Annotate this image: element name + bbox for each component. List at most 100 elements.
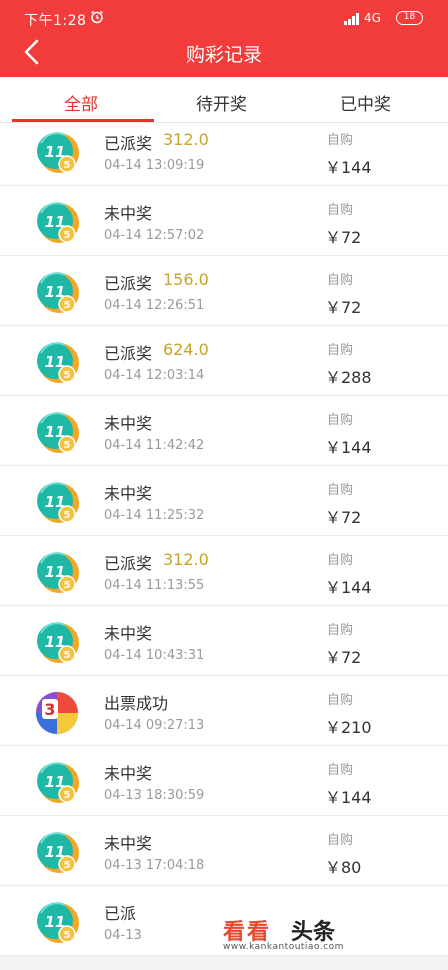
record-amount: ￥72 <box>325 648 362 667</box>
record-datetime: 04-14 12:57:02 <box>104 228 205 243</box>
eleven-five-lottery-icon: 11 5 <box>35 411 79 455</box>
page-title: 购彩记录 <box>185 44 262 66</box>
record-datetime: 04-14 13:09:19 <box>104 158 205 173</box>
svg-text:5: 5 <box>64 160 71 171</box>
record-datetime: 04-13 18:30:59 <box>104 788 205 803</box>
eleven-five-lottery-icon: 11 5 <box>35 341 79 385</box>
eleven-five-lottery-icon: 11 5 <box>35 271 79 315</box>
record-buy-type: 自购 <box>327 133 354 148</box>
record-row[interactable]: 11 5 未中奖 04-14 11:25:32 自购 ￥72 <box>0 466 448 536</box>
record-row[interactable]: 11 5 未中奖 04-13 18:30:59 自购 ￥144 <box>0 746 448 816</box>
record-amount: ￥288 <box>325 368 372 387</box>
record-buy-type: 自购 <box>327 763 354 778</box>
record-row[interactable]: 11 5 未中奖 04-13 17:04:18 自购 ￥80 <box>0 816 448 886</box>
record-amount: ￥144 <box>325 158 372 177</box>
record-buy-type: 自购 <box>327 833 354 848</box>
record-prize: 312.0 <box>163 130 209 149</box>
record-status: 未中奖 <box>104 484 153 503</box>
record-status: 未中奖 <box>104 624 153 643</box>
svg-text:5: 5 <box>64 230 71 241</box>
record-status: 未中奖 <box>104 414 153 433</box>
svg-text:5: 5 <box>64 370 71 381</box>
record-buy-type: 自购 <box>327 693 354 708</box>
svg-text:5: 5 <box>64 860 71 871</box>
record-prize: 624.0 <box>163 340 209 359</box>
app-header: 下午1:28 4G 18 购彩记录 <box>0 0 448 77</box>
record-amount: ￥72 <box>325 228 362 247</box>
record-row[interactable]: 11 5 已派奖 312.0 04-14 13:09:19 自购 ￥144 <box>0 123 448 186</box>
record-status: 未中奖 <box>104 764 153 783</box>
status-time: 下午1:28 <box>24 13 87 29</box>
record-amount: ￥144 <box>325 578 372 597</box>
record-status: 未中奖 <box>104 204 153 223</box>
svg-text:5: 5 <box>64 790 71 801</box>
record-status: 未中奖 <box>104 834 153 853</box>
alarm-icon <box>90 10 104 28</box>
svg-text:5: 5 <box>64 510 71 521</box>
svg-text:5: 5 <box>64 300 71 311</box>
svg-text:5: 5 <box>64 930 71 941</box>
record-buy-type: 自购 <box>327 413 354 428</box>
signal-icon <box>344 13 360 25</box>
tab-all[interactable]: 全部 <box>64 90 98 115</box>
eleven-five-lottery-icon: 11 5 <box>35 201 79 245</box>
record-status: 已派 <box>104 904 137 923</box>
eleven-five-lottery-icon: 11 5 <box>35 761 79 805</box>
record-datetime: 04-14 12:26:51 <box>104 298 205 313</box>
tab-won[interactable]: 已中奖 <box>340 90 391 115</box>
active-tab-indicator <box>12 119 154 122</box>
record-amount: ￥210 <box>325 718 372 737</box>
tab-bar: 全部 待开奖 已中奖 <box>0 77 448 123</box>
record-list[interactable]: 11 5 已派奖 312.0 04-14 13:09:19 自购 ￥144 11 5 未中奖 04-… <box>0 123 448 970</box>
record-row[interactable]: 11 5 已派奖 624.0 04-14 12:03:14 自购 ￥288 <box>0 326 448 396</box>
svg-text:5: 5 <box>64 440 71 451</box>
tab-pending[interactable]: 待开奖 <box>196 90 247 115</box>
svg-text:5: 5 <box>64 580 71 591</box>
three-d-lottery-icon: 3 <box>35 691 79 735</box>
svg-text:3: 3 <box>44 700 55 719</box>
record-row[interactable]: 11 5 未中奖 04-14 12:57:02 自购 ￥72 <box>0 186 448 256</box>
record-datetime: 04-13 <box>104 928 142 943</box>
eleven-five-lottery-icon: 11 5 <box>35 551 79 595</box>
record-status: 出票成功 <box>104 694 169 713</box>
eleven-five-lottery-icon: 11 5 <box>35 621 79 665</box>
record-row[interactable]: 11 5 已派奖 156.0 04-14 12:26:51 自购 ￥72 <box>0 256 448 326</box>
record-row[interactable]: 11 5 未中奖 04-14 11:42:42 自购 ￥144 <box>0 396 448 466</box>
record-buy-type: 自购 <box>327 273 354 288</box>
record-amount: ￥80 <box>325 858 362 877</box>
record-buy-type: 自购 <box>327 343 354 358</box>
status-bar: 下午1:28 4G 18 <box>0 0 448 34</box>
eleven-five-lottery-icon: 11 5 <box>35 831 79 875</box>
record-buy-type: 自购 <box>327 553 354 568</box>
record-datetime: 04-14 11:25:32 <box>104 508 205 523</box>
record-datetime: 04-13 17:04:18 <box>104 858 205 873</box>
record-row[interactable]: 11 5 已派奖 312.0 04-14 11:13:55 自购 ￥144 <box>0 536 448 606</box>
svg-text:5: 5 <box>64 650 71 661</box>
record-datetime: 04-14 09:27:13 <box>104 718 205 733</box>
battery-level: 18 <box>396 11 423 25</box>
record-buy-type: 自购 <box>327 623 354 638</box>
record-datetime: 04-14 10:43:31 <box>104 648 205 663</box>
record-datetime: 04-14 11:42:42 <box>104 438 205 453</box>
record-status: 已派奖 <box>104 344 153 363</box>
record-status: 已派奖 <box>104 274 153 293</box>
eleven-five-lottery-icon: 11 5 <box>35 481 79 525</box>
record-prize: 156.0 <box>163 270 209 289</box>
record-datetime: 04-14 12:03:14 <box>104 368 205 383</box>
eleven-five-lottery-icon: 11 5 <box>35 131 79 175</box>
record-row[interactable]: 3 出票成功 04-14 09:27:13 自购 ￥210 <box>0 676 448 746</box>
watermark: 看看 头条 www.kankantoutiao.com <box>215 912 365 964</box>
record-amount: ￥144 <box>325 438 372 457</box>
record-amount: ￥72 <box>325 508 362 527</box>
record-row[interactable]: 11 5 未中奖 04-14 10:43:31 自购 ￥72 <box>0 606 448 676</box>
record-status: 已派奖 <box>104 134 153 153</box>
record-amount: ￥72 <box>325 298 362 317</box>
network-type: 4G <box>364 11 381 25</box>
record-datetime: 04-14 11:13:55 <box>104 578 205 593</box>
record-status: 已派奖 <box>104 554 153 573</box>
record-prize: 312.0 <box>163 550 209 569</box>
watermark-url: www.kankantoutiao.com <box>223 942 344 952</box>
record-buy-type: 自购 <box>327 203 354 218</box>
record-amount: ￥144 <box>325 788 372 807</box>
eleven-five-lottery-icon: 11 5 <box>35 901 79 945</box>
